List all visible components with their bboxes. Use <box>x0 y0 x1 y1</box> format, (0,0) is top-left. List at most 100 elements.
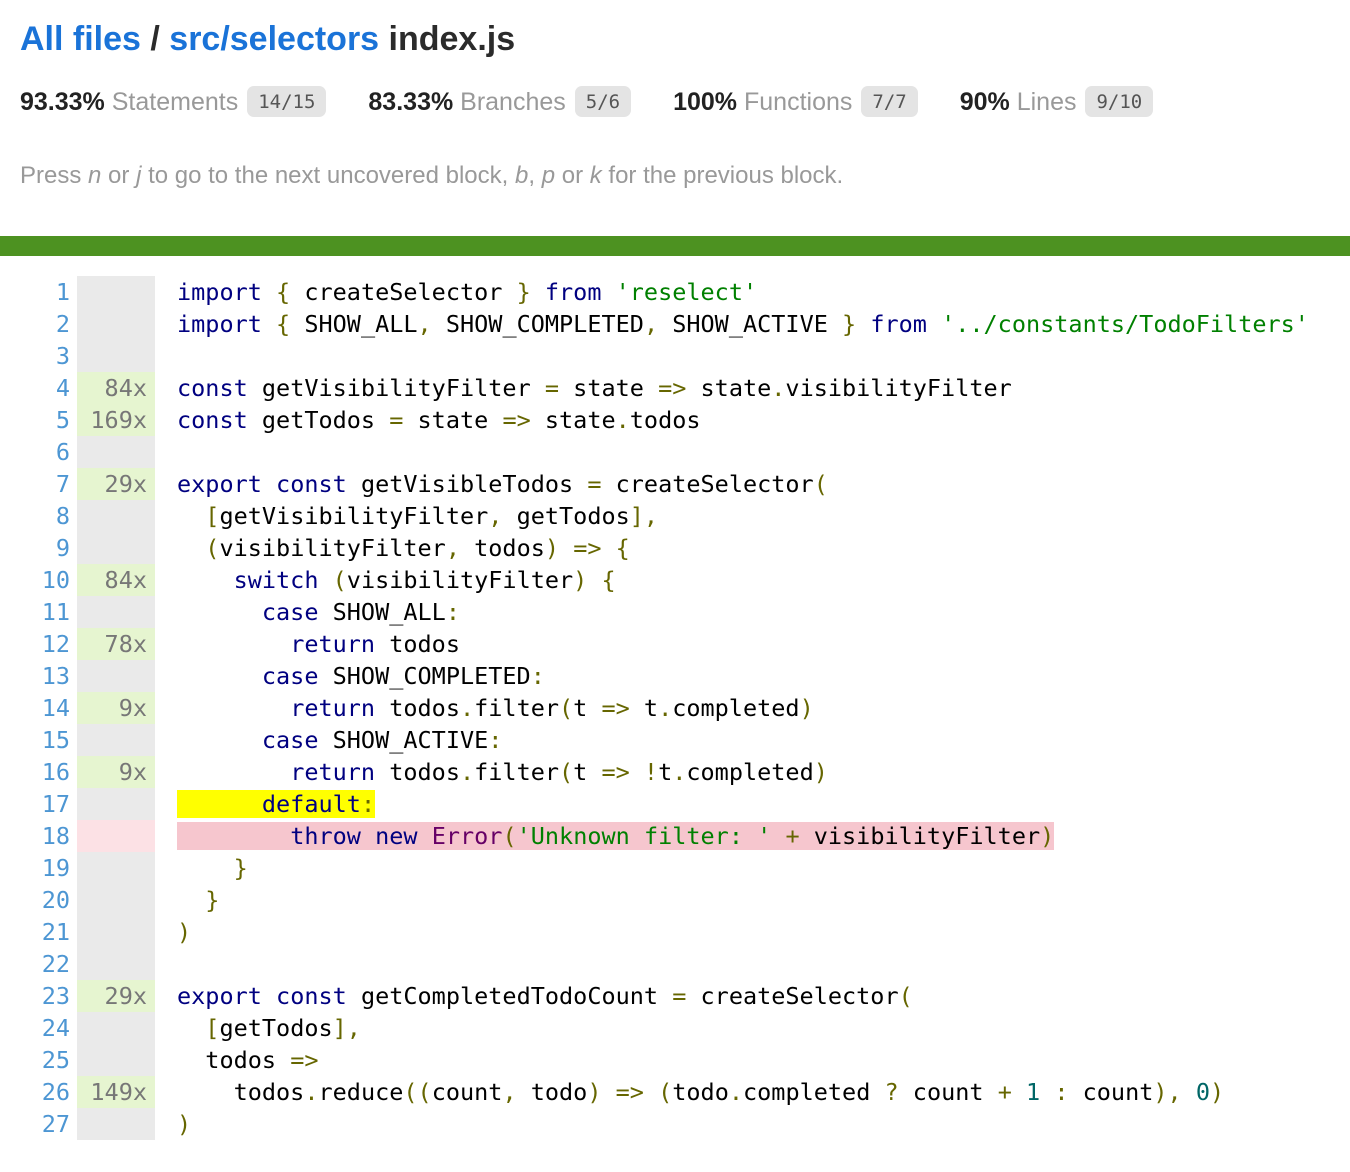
line-number: 24 <box>0 1012 70 1044</box>
code-line: 169x return todos.filter(t => !t.complet… <box>0 756 1350 788</box>
hit-count: 9x <box>77 692 155 724</box>
line-number: 25 <box>0 1044 70 1076</box>
hint-text: , <box>528 162 541 189</box>
code-line: 25 todos => <box>0 1044 1350 1076</box>
code-line: 5169xconst getTodos = state => state.tod… <box>0 404 1350 436</box>
breadcrumb: All files / src/selectors index.js <box>20 20 1330 59</box>
coverage-status-bar <box>0 236 1350 256</box>
source-text: todos => <box>155 1044 1350 1076</box>
line-number: 13 <box>0 660 70 692</box>
code-line: 27 ) <box>0 1108 1350 1140</box>
hint-text: or <box>555 162 590 189</box>
hit-count <box>77 788 155 820</box>
hit-count <box>77 884 155 916</box>
source-text: switch (visibilityFilter) { <box>155 564 1350 596</box>
source-text <box>155 948 1350 980</box>
code-line: 19 } <box>0 852 1350 884</box>
line-number: 16 <box>0 756 70 788</box>
hint-text: to go to the next uncovered block, <box>141 162 515 189</box>
source-text: case SHOW_ACTIVE: <box>155 724 1350 756</box>
stat-percentage: 90% <box>960 88 1010 116</box>
source-text: default: <box>155 788 1350 820</box>
code-line: 24 [getTodos], <box>0 1012 1350 1044</box>
keyboard-hint: Press n or j to go to the next uncovered… <box>0 162 1350 190</box>
hit-count: 78x <box>77 628 155 660</box>
hit-count <box>77 852 155 884</box>
hit-count: 29x <box>77 468 155 500</box>
line-number: 5 <box>0 404 70 436</box>
code-line: 2 import { SHOW_ALL, SHOW_COMPLETED, SHO… <box>0 308 1350 340</box>
hit-count <box>77 532 155 564</box>
code-line: 1084x switch (visibilityFilter) { <box>0 564 1350 596</box>
hit-count <box>77 1012 155 1044</box>
line-number: 8 <box>0 500 70 532</box>
hit-count: 84x <box>77 372 155 404</box>
hit-count <box>77 500 155 532</box>
stat-percentage: 83.33% <box>368 88 453 116</box>
breadcrumb-separator: / <box>141 20 169 58</box>
line-number: 15 <box>0 724 70 756</box>
hint-key: k <box>590 162 602 189</box>
hit-count <box>77 596 155 628</box>
stat-percentage: 93.33% <box>20 88 105 116</box>
code-line: 21 ) <box>0 916 1350 948</box>
source-text: [getVisibilityFilter, getTodos], <box>155 500 1350 532</box>
breadcrumb-all-files[interactable]: All files <box>20 20 141 58</box>
hint-key: p <box>542 162 555 189</box>
stat-fraction-badge: 5/6 <box>575 86 631 117</box>
coverage-stats: 93.33% Statements14/15 83.33% Branches5/6… <box>0 86 1350 117</box>
source-text: } <box>155 884 1350 916</box>
code-line: 9 (visibilityFilter, todos) => { <box>0 532 1350 564</box>
code-line: 18 throw new Error('Unknown filter: ' + … <box>0 820 1350 852</box>
page-header: All files / src/selectors index.js <box>0 20 1350 59</box>
line-number: 11 <box>0 596 70 628</box>
source-text: todos.reduce((count, todo) => (todo.comp… <box>155 1076 1350 1108</box>
hit-count <box>77 948 155 980</box>
breadcrumb-folder[interactable]: src/selectors <box>169 20 379 58</box>
hint-key: b <box>515 162 528 189</box>
source-text: import { SHOW_ALL, SHOW_COMPLETED, SHOW_… <box>155 308 1350 340</box>
line-number: 6 <box>0 436 70 468</box>
source-text: ) <box>155 1108 1350 1140</box>
stat-label: Statements <box>105 88 238 116</box>
line-number: 18 <box>0 820 70 852</box>
hit-count <box>77 340 155 372</box>
code-line: 1 import { createSelector } from 'resele… <box>0 276 1350 308</box>
source-text: return todos.filter(t => !t.completed) <box>155 756 1350 788</box>
source-text: case SHOW_COMPLETED: <box>155 660 1350 692</box>
source-text: [getTodos], <box>155 1012 1350 1044</box>
line-number: 23 <box>0 980 70 1012</box>
hit-count <box>77 916 155 948</box>
code-line: 6 <box>0 436 1350 468</box>
code-line: 26149x todos.reduce((count, todo) => (to… <box>0 1076 1350 1108</box>
hit-count <box>77 308 155 340</box>
stat-statements: 93.33% Statements14/15 <box>20 86 326 117</box>
hit-count <box>77 1108 155 1140</box>
hit-count: 9x <box>77 756 155 788</box>
line-number: 2 <box>0 308 70 340</box>
source-text: import { createSelector } from 'reselect… <box>155 276 1350 308</box>
stat-functions: 100% Functions7/7 <box>673 86 918 117</box>
stat-branches: 83.33% Branches5/6 <box>368 86 631 117</box>
hit-count <box>77 1044 155 1076</box>
source-text: const getVisibilityFilter = state => sta… <box>155 372 1350 404</box>
code-line: 17 default: <box>0 788 1350 820</box>
hit-count <box>77 724 155 756</box>
source-text: (visibilityFilter, todos) => { <box>155 532 1350 564</box>
code-line: 8 [getVisibilityFilter, getTodos], <box>0 500 1350 532</box>
code-line: 15 case SHOW_ACTIVE: <box>0 724 1350 756</box>
line-number: 20 <box>0 884 70 916</box>
hit-count <box>77 436 155 468</box>
hint-text: for the previous block. <box>602 162 843 189</box>
source-text: const getTodos = state => state.todos <box>155 404 1350 436</box>
stat-fraction-badge: 9/10 <box>1085 86 1153 117</box>
hint-text: Press <box>20 162 88 189</box>
hit-count: 84x <box>77 564 155 596</box>
hint-key: n <box>88 162 101 189</box>
stat-fraction-badge: 7/7 <box>861 86 917 117</box>
hit-count <box>77 820 155 852</box>
line-number: 19 <box>0 852 70 884</box>
hint-text: or <box>101 162 136 189</box>
hit-count: 169x <box>77 404 155 436</box>
hit-count <box>77 660 155 692</box>
